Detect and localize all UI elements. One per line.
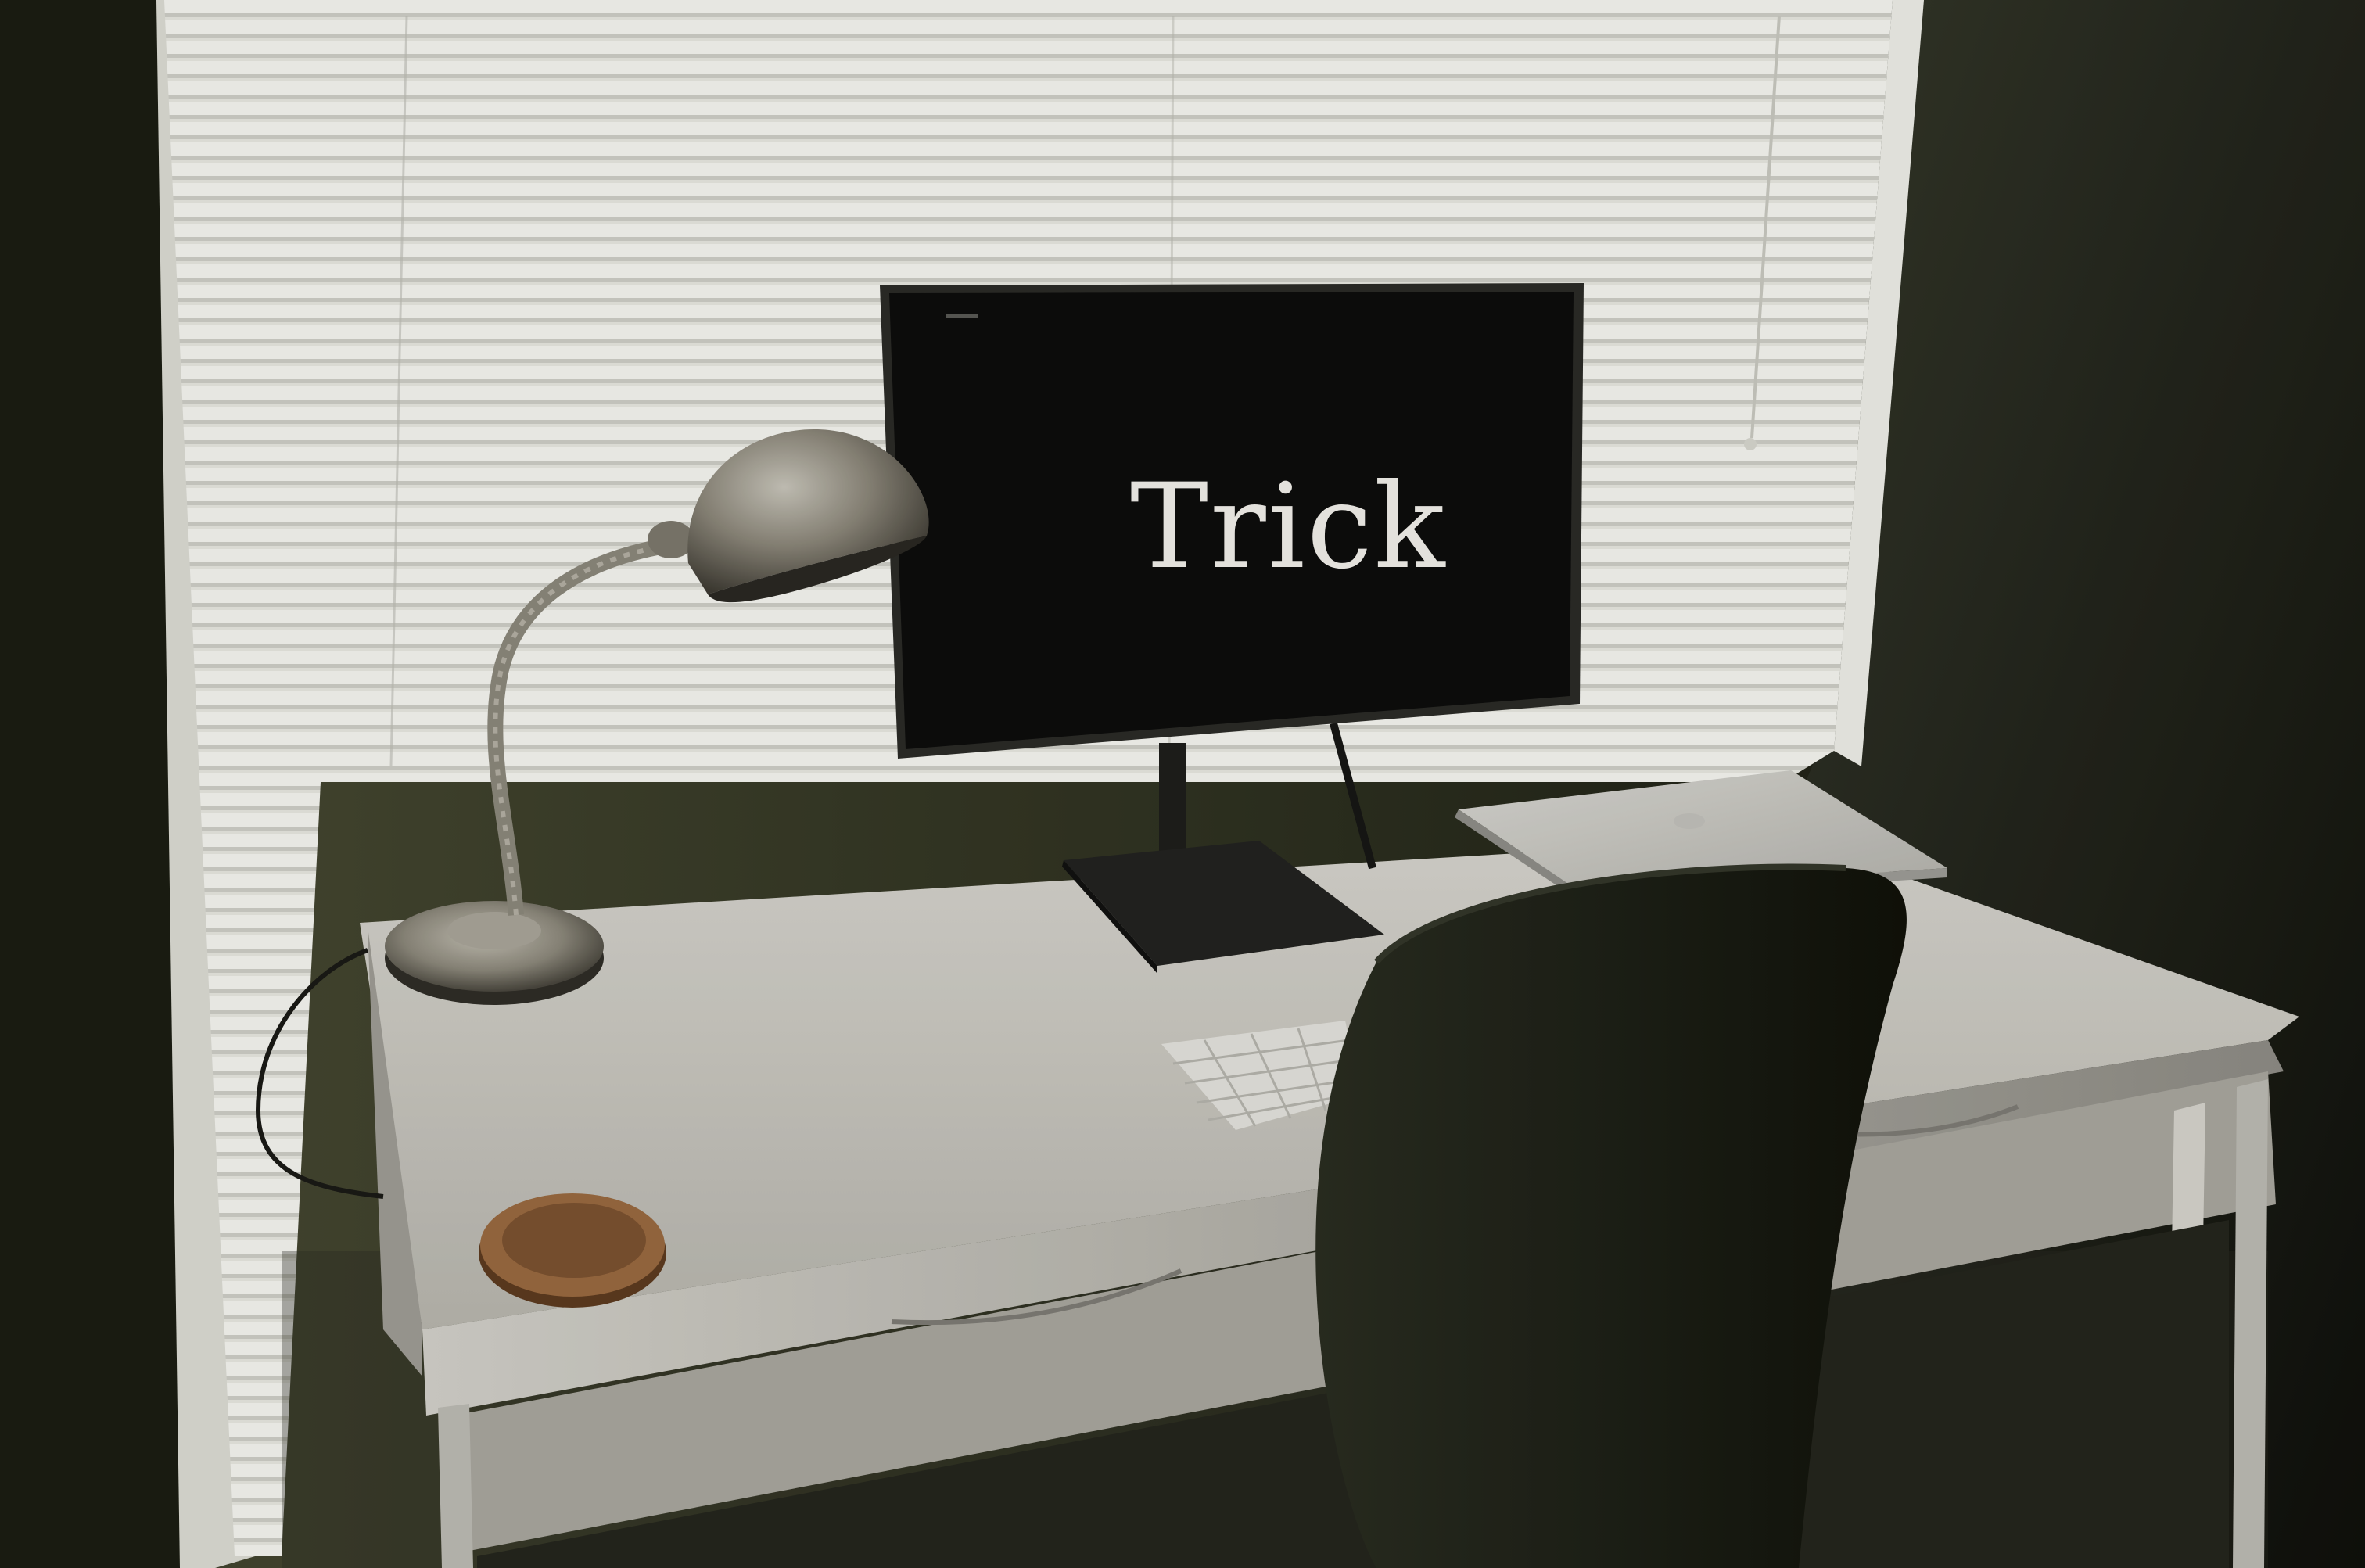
- desk-scene: Trick: [0, 0, 2365, 1568]
